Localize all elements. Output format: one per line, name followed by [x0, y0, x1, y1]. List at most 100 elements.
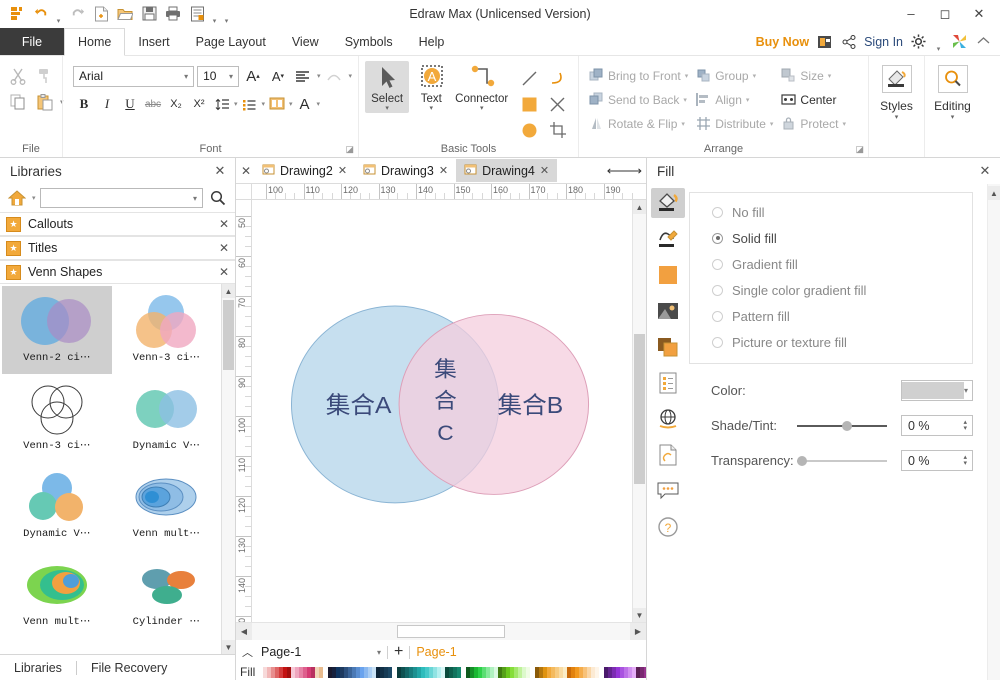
- font-family-combo[interactable]: Arial ▾: [73, 66, 194, 87]
- export-icon[interactable]: [186, 3, 208, 25]
- crop-shape-icon[interactable]: [544, 117, 572, 143]
- scroll-up-icon[interactable]: ▲: [222, 284, 235, 298]
- close-category-icon[interactable]: ✕: [219, 241, 229, 255]
- fill-bucket-icon[interactable]: [651, 188, 685, 218]
- decrease-font-size-button[interactable]: A▾: [267, 65, 289, 87]
- font-color-icon[interactable]: A: [294, 93, 316, 115]
- scroll-track[interactable]: [222, 298, 235, 640]
- styles-button[interactable]: Styles ▾: [869, 59, 924, 121]
- line-spacing-icon[interactable]: [211, 93, 233, 115]
- arrange-dialog-launcher[interactable]: ◪: [855, 144, 864, 155]
- close-tab-icon[interactable]: ✕: [338, 164, 347, 177]
- center-button[interactable]: Center: [777, 88, 850, 111]
- connector-tool-button[interactable]: Connector ▾: [453, 61, 510, 113]
- horizontal-ruler[interactable]: 100110120130140150160170180190: [252, 184, 646, 200]
- format-painter-icon[interactable]: [33, 64, 57, 88]
- transparency-spinner[interactable]: 0 % ▴▾: [901, 450, 973, 471]
- styles-dropdown-icon[interactable]: ▾: [895, 113, 899, 121]
- scroll-left-icon[interactable]: ◀: [236, 623, 252, 640]
- font-dialog-launcher[interactable]: ◪: [345, 144, 354, 155]
- search-icon[interactable]: [207, 188, 229, 208]
- distribute-button[interactable]: Distribute ▾: [692, 112, 777, 135]
- scroll-up-icon[interactable]: ▲: [988, 186, 1000, 200]
- menu-page-layout[interactable]: Page Layout: [183, 28, 279, 55]
- scroll-track[interactable]: [252, 623, 630, 640]
- copy-icon[interactable]: [6, 90, 30, 114]
- canvas-horizontal-scrollbar[interactable]: ◀ ▶: [236, 622, 646, 640]
- superscript-button[interactable]: X²: [188, 93, 210, 115]
- bullet-list-icon[interactable]: [239, 93, 261, 115]
- rectangle-shape-icon[interactable]: [516, 91, 544, 117]
- library-category-titles[interactable]: ★ Titles ✕: [0, 236, 235, 260]
- color-square-icon[interactable]: [651, 260, 685, 290]
- close-fill-panel-icon[interactable]: ✕: [976, 163, 994, 179]
- spinner-arrows[interactable]: ▴▾: [963, 455, 972, 467]
- print-icon[interactable]: [162, 3, 184, 25]
- line-spacing-dropdown-icon[interactable]: ▾: [234, 100, 238, 108]
- close-libraries-icon[interactable]: ✕: [211, 163, 229, 179]
- font-color-dropdown-icon[interactable]: ▾: [317, 100, 321, 108]
- shape-item-cylinder[interactable]: Cylinder ⋯: [112, 550, 222, 638]
- picture-icon[interactable]: [651, 296, 685, 326]
- comment-icon[interactable]: [651, 476, 685, 506]
- line-pen-icon[interactable]: [651, 224, 685, 254]
- editing-dropdown-icon[interactable]: ▾: [951, 113, 955, 121]
- group-button[interactable]: Group ▾: [692, 64, 777, 87]
- strikethrough-button[interactable]: abc: [142, 93, 164, 115]
- page-selector-combo[interactable]: Page-1 ▾: [261, 645, 381, 659]
- attachment-note-icon[interactable]: [651, 440, 685, 470]
- fill-option-single-color-gradient-fill[interactable]: Single color gradient fill: [690, 277, 972, 303]
- increase-font-size-button[interactable]: A▴: [242, 65, 264, 87]
- vertical-ruler[interactable]: 5060708090100110120130140150: [236, 200, 252, 622]
- align-button[interactable]: Align ▾: [692, 88, 777, 111]
- minimize-button[interactable]: –: [894, 1, 928, 27]
- bring-to-front-button[interactable]: Bring to Front ▾: [585, 64, 692, 87]
- fill-option-gradient-fill[interactable]: Gradient fill: [690, 251, 972, 277]
- undo-dropdown-icon[interactable]: ▾: [54, 3, 64, 25]
- maximize-button[interactable]: ◻: [928, 1, 962, 27]
- tab-nav-arrows[interactable]: ⟵⟶: [601, 163, 646, 179]
- shape-item-dynamic-venn-3[interactable]: Dynamic V⋯: [2, 462, 112, 550]
- close-panel-icon[interactable]: ✕: [238, 164, 254, 178]
- menu-home[interactable]: Home: [64, 28, 125, 56]
- shade-tint-slider[interactable]: [797, 419, 887, 433]
- text-tool-button[interactable]: A Text ▾: [409, 61, 453, 113]
- library-category-venn-shapes[interactable]: ★ Venn Shapes ✕: [0, 260, 235, 284]
- globe-hyperlink-icon[interactable]: [651, 404, 685, 434]
- text-tool-dropdown-icon[interactable]: ▾: [430, 105, 434, 113]
- text-align-icon[interactable]: [292, 65, 314, 87]
- text-highlight-dropdown-icon[interactable]: ▾: [289, 100, 293, 108]
- close-tab-icon[interactable]: ✕: [540, 164, 549, 177]
- text-rotate-icon[interactable]: [323, 65, 345, 87]
- editing-button[interactable]: Editing ▾: [925, 59, 980, 121]
- library-category-callouts[interactable]: ★ Callouts ✕: [0, 212, 235, 236]
- gear-icon[interactable]: [910, 33, 927, 50]
- help-icon[interactable]: ?: [651, 512, 685, 542]
- document-list-icon[interactable]: [651, 368, 685, 398]
- menu-view[interactable]: View: [279, 28, 332, 55]
- shadow-icon[interactable]: [651, 332, 685, 362]
- shape-item-venn-multi-green[interactable]: Venn mult⋯: [2, 550, 112, 638]
- underline-button[interactable]: U: [119, 93, 141, 115]
- italic-button[interactable]: I: [96, 93, 118, 115]
- color-picker[interactable]: ▾: [901, 380, 973, 401]
- close-button[interactable]: ✕: [962, 1, 996, 27]
- collapse-pages-icon[interactable]: ︿: [240, 644, 255, 660]
- share-icon[interactable]: [840, 33, 857, 50]
- drawing-canvas[interactable]: 集合A 集合B 集 合 C: [252, 200, 632, 622]
- text-highlight-icon[interactable]: [266, 93, 288, 115]
- close-category-icon[interactable]: ✕: [219, 265, 229, 279]
- colorful-app-icon[interactable]: [951, 33, 968, 50]
- scroll-right-icon[interactable]: ▶: [630, 623, 646, 640]
- document-tab-drawing2[interactable]: Drawing2 ✕: [254, 159, 355, 182]
- select-tool-button[interactable]: Select ▾: [365, 61, 409, 113]
- shape-item-dynamic-venn-2[interactable]: Dynamic V⋯: [112, 374, 222, 462]
- close-tab-icon[interactable]: ✕: [439, 164, 448, 177]
- library-scrollbar[interactable]: ▲ ▼: [221, 284, 235, 654]
- redo-icon[interactable]: [66, 3, 88, 25]
- size-button[interactable]: Size ▾: [777, 64, 850, 87]
- add-page-button[interactable]: +: [394, 645, 403, 659]
- fill-option-pattern-fill[interactable]: Pattern fill: [690, 303, 972, 329]
- spinner-arrows[interactable]: ▴▾: [963, 420, 972, 432]
- rotate-flip-button[interactable]: Rotate & Flip ▾: [585, 112, 692, 135]
